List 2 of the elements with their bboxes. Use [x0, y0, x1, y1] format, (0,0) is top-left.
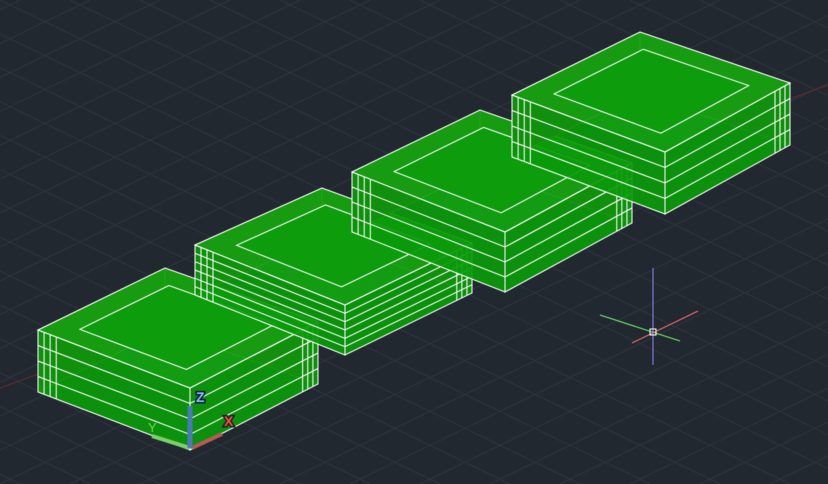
- x-axis-label: X: [224, 413, 234, 429]
- y-axis-label: Y: [148, 420, 157, 435]
